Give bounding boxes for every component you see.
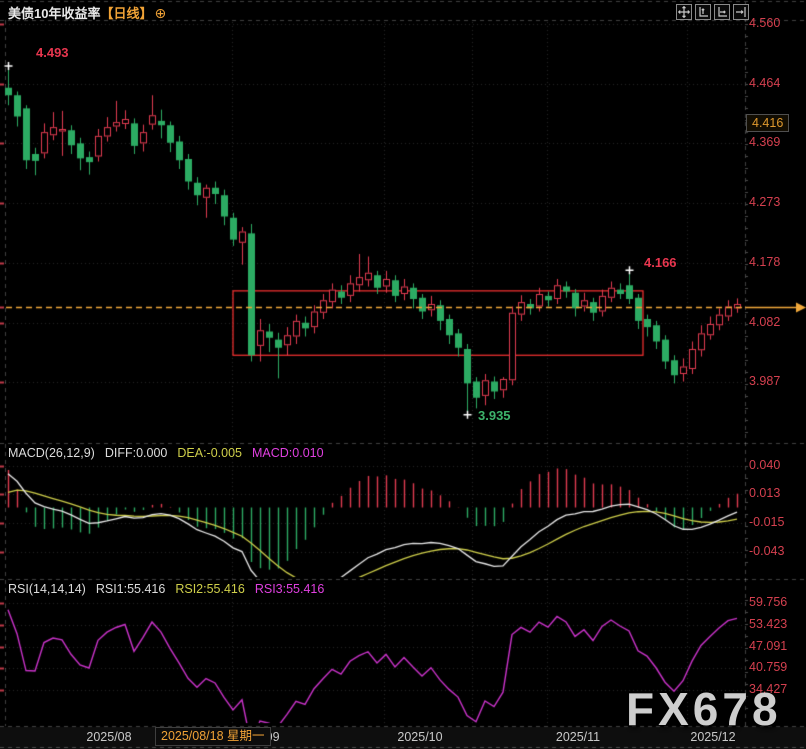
instrument-title: 美债10年收益率 — [8, 6, 100, 21]
fit-x-axis-icon[interactable] — [714, 4, 730, 20]
chart-canvas[interactable] — [0, 0, 806, 749]
rsi-axis-label: 59.756 — [749, 595, 787, 609]
add-indicator-icon[interactable]: ⊕ — [154, 5, 166, 21]
rsi1-value: RSI1:55.416 — [96, 582, 166, 596]
price-axis-label: 4.560 — [749, 16, 780, 30]
fit-y-axis-icon[interactable] — [695, 4, 711, 20]
period-label[interactable]: 【日线】 — [100, 6, 152, 21]
macd-diff-value: DIFF:0.000 — [105, 446, 168, 460]
watermark: FX678 — [626, 682, 782, 736]
low-price-marker-label: 3.935 — [478, 408, 511, 423]
price-axis-label: 4.369 — [749, 135, 780, 149]
macd-dea-value: DEA:-0.005 — [177, 446, 242, 460]
price-alert-label[interactable]: 4.416 — [746, 114, 789, 132]
chart-toolbar — [676, 4, 749, 20]
macd-name-label[interactable]: MACD(26,12,9) — [8, 446, 95, 460]
high-price-marker-label: 4.493 — [36, 45, 69, 60]
crosshair-date-label: 2025/08/18 星期一 — [155, 727, 271, 746]
pan-icon[interactable] — [676, 4, 692, 20]
price-axis-label: 4.178 — [749, 255, 780, 269]
macd-axis-label: 0.040 — [749, 458, 780, 472]
macd-header: MACD(26,12,9) DIFF:0.000 DEA:-0.005 MACD:0.… — [8, 446, 324, 460]
price-axis-label: 3.987 — [749, 374, 780, 388]
x-axis-label: 2025/08 — [86, 730, 131, 744]
x-axis-label: 2025/10 — [397, 730, 442, 744]
x-axis-label: 2025/11 — [556, 730, 600, 744]
rsi-axis-label: 40.759 — [749, 660, 787, 674]
rsi2-value: RSI2:55.416 — [175, 582, 245, 596]
price-axis-label: 4.464 — [749, 76, 780, 90]
rsi3-value: RSI3:55.416 — [255, 582, 325, 596]
go-to-latest-icon[interactable] — [733, 4, 749, 20]
price-axis-label: 4.082 — [749, 315, 780, 329]
macd-axis-label: -0.043 — [749, 544, 784, 558]
price-axis-label: 4.273 — [749, 195, 780, 209]
macd-axis-label: -0.015 — [749, 515, 784, 529]
rsi-axis-label: 47.091 — [749, 639, 787, 653]
chart-widget: 美债10年收益率【日线】⊕ 4.416 4.493 3.935 4.166 MA… — [0, 0, 806, 749]
macd-axis-label: 0.013 — [749, 486, 780, 500]
rsi-header: RSI(14,14,14) RSI1:55.416 RSI2:55.416 RSI3:… — [8, 582, 324, 596]
rsi-axis-label: 53.423 — [749, 617, 787, 631]
title-bar: 美债10年收益率【日线】⊕ — [8, 3, 166, 22]
swing-high-marker-label: 4.166 — [644, 255, 677, 270]
rsi-name-label[interactable]: RSI(14,14,14) — [8, 582, 86, 596]
macd-hist-value: MACD:0.010 — [252, 446, 324, 460]
